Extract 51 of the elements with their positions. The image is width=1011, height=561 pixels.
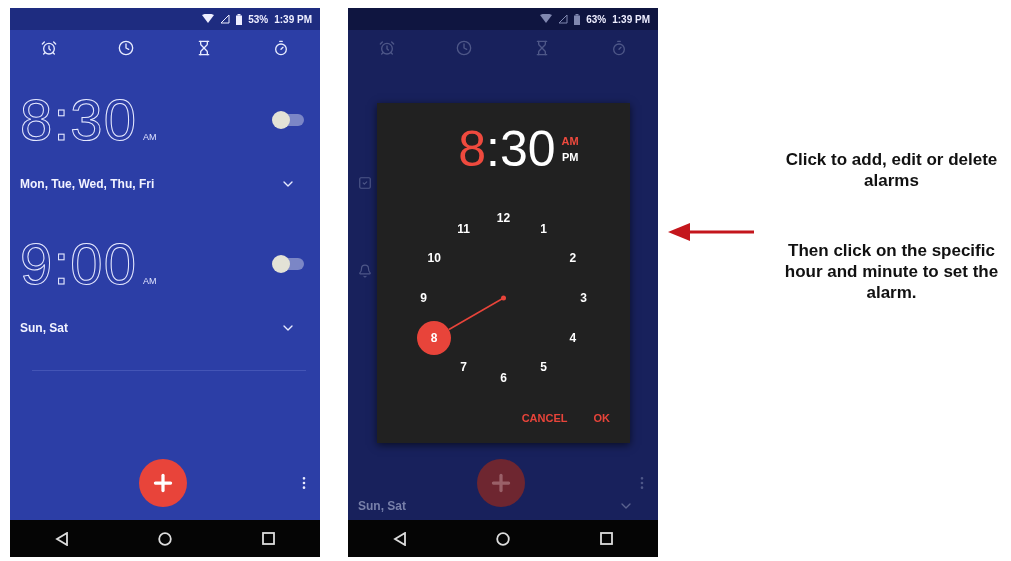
dial-number[interactable]: 3 [573,288,594,308]
dial-number[interactable]: 12 [493,208,514,228]
dial-number[interactable]: 1 [533,218,554,239]
selected-hour[interactable]: 8 [458,124,487,174]
alarm-time[interactable]: 9:00 [20,236,137,292]
dial-number[interactable]: 8 [417,321,452,355]
wifi-icon [202,14,215,24]
battery-icon [574,13,581,25]
dial-number[interactable]: 6 [493,368,514,388]
alarm-toggle[interactable] [274,114,304,126]
status-time: 1:39 PM [612,13,650,25]
back-icon[interactable] [54,531,69,546]
alarm-time[interactable]: 8:30 [20,92,137,148]
wifi-icon [540,14,553,24]
home-icon[interactable] [496,531,510,546]
bell-icon [358,264,372,278]
alarm-toggle[interactable] [274,258,304,270]
signal-icon [558,14,569,24]
alarm-period: AM [142,276,157,286]
alarm-days: Sun, Sat [20,321,68,335]
status-time: 1:39 PM [274,13,312,25]
dial-number[interactable]: 5 [533,357,554,378]
stopwatch-icon[interactable] [273,40,290,56]
battery-percent: 53% [248,13,269,25]
dial-number[interactable]: 10 [424,248,445,268]
alarm-days: Mon, Tue, Wed, Thu, Fri [20,177,155,191]
dialog-action[interactable]: CANCEL [521,412,568,424]
selected-minutes[interactable]: :30 [486,124,556,174]
back-icon[interactable] [392,531,407,546]
dialog-action[interactable]: OK [593,412,610,424]
dial-number[interactable]: 9 [413,288,434,308]
period-option[interactable]: AM [561,135,579,147]
battery-percent: 63% [586,13,607,25]
clock-hand [448,295,506,331]
instruction-text: Click to add, edit or delete alarms [784,150,999,192]
checkbox-icon [358,176,372,190]
dial-number[interactable]: 7 [453,357,474,378]
recent-apps-icon[interactable] [261,532,275,545]
add-alarm-button[interactable] [139,459,187,507]
dial-number[interactable]: 4 [562,328,583,348]
dial-number[interactable]: 11 [453,218,474,239]
home-icon[interactable] [158,531,172,546]
dial-number[interactable]: 2 [562,248,583,268]
battery-icon [236,13,243,25]
period-option[interactable]: PM [561,151,579,163]
signal-icon [220,14,231,24]
alarm-clock-icon[interactable] [40,40,57,56]
alarm-days: Sun, Sat [358,499,406,513]
recent-apps-icon[interactable] [599,532,613,545]
instruction-text: Then click on the specific hour and minute to set the alarm. [784,241,999,304]
alarm-period: AM [142,132,157,142]
